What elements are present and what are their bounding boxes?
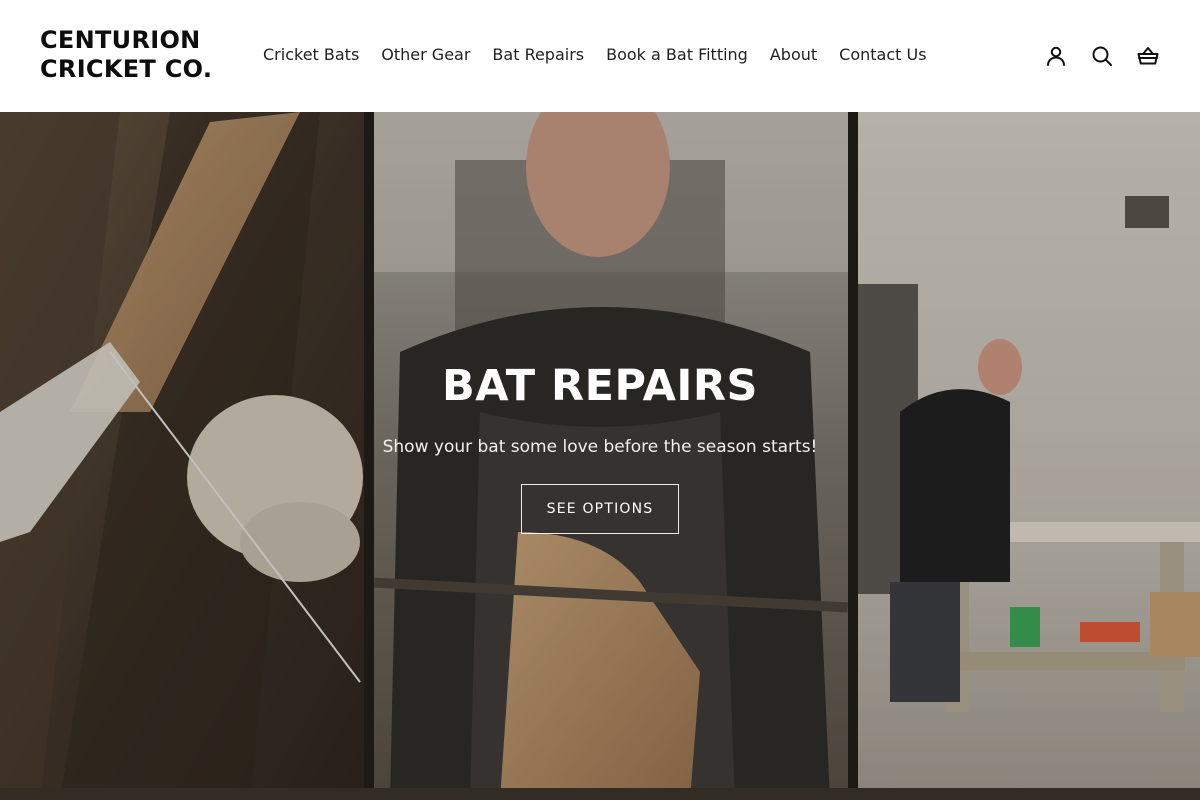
nav-about[interactable]: About — [770, 44, 817, 66]
hero-banner: BAT REPAIRS Show your bat some love befo… — [0, 112, 1200, 800]
main-nav: Cricket Bats Other Gear Bat Repairs Book… — [263, 44, 927, 66]
see-options-button[interactable]: SEE OPTIONS — [521, 484, 679, 534]
nav-cricket-bats[interactable]: Cricket Bats — [263, 44, 359, 66]
nav-book-bat-fitting[interactable]: Book a Bat Fitting — [606, 44, 748, 66]
hero-title: BAT REPAIRS — [442, 361, 758, 411]
cart-basket-icon — [1137, 47, 1159, 65]
search-icon — [1092, 46, 1112, 66]
hero-content: BAT REPAIRS Show your bat some love befo… — [0, 358, 1200, 534]
nav-other-gear[interactable]: Other Gear — [381, 44, 470, 66]
site-header: CENTURION CRICKET CO. Cricket Bats Other… — [0, 0, 1200, 112]
account-button[interactable] — [1042, 42, 1070, 70]
account-icon — [1047, 46, 1065, 66]
cart-button[interactable] — [1134, 42, 1162, 70]
search-button[interactable] — [1088, 42, 1116, 70]
header-icons — [1042, 42, 1162, 70]
site-logo[interactable]: CENTURION CRICKET CO. — [40, 26, 240, 84]
logo-line-2: CRICKET CO. — [40, 55, 213, 83]
nav-contact-us[interactable]: Contact Us — [839, 44, 926, 66]
hero-subtitle: Show your bat some love before the seaso… — [382, 437, 818, 457]
nav-bat-repairs[interactable]: Bat Repairs — [492, 44, 584, 66]
logo-line-1: CENTURION — [40, 26, 201, 54]
